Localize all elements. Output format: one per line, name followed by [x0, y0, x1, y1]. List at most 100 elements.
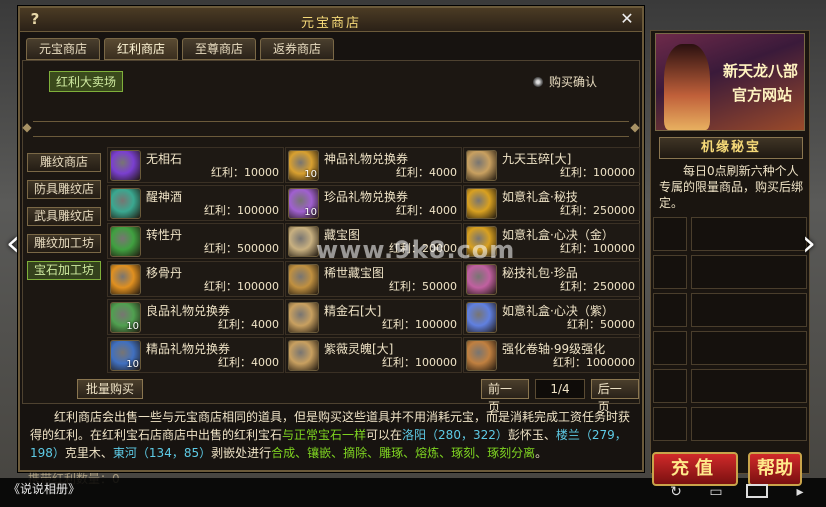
price-value: 4000	[251, 318, 279, 331]
desc-text: 克里木、	[64, 446, 113, 460]
slot-icon-box[interactable]	[653, 369, 687, 403]
minimize-icon[interactable]: ▭	[706, 484, 726, 500]
replay-icon[interactable]: ↻	[666, 484, 686, 500]
recharge-button[interactable]: 充值	[652, 452, 738, 486]
banner-line2: 官方网站	[731, 86, 792, 104]
item-quantity: 10	[304, 207, 317, 218]
shop-item[interactable]: 醒神酒 红利：100000	[107, 185, 284, 221]
slot-icon-box[interactable]	[653, 217, 687, 251]
radio-icon[interactable]	[533, 76, 543, 87]
tab-bonus-shop[interactable]: 红利商店	[104, 38, 179, 60]
wine-cup-icon[interactable]	[110, 188, 141, 219]
shop-item[interactable]: 稀世藏宝图 红利：50000	[285, 261, 462, 297]
price-value: 50000	[422, 280, 457, 293]
category-carving-shop[interactable]: 雕纹商店	[27, 153, 101, 172]
price-value: 1000000	[586, 356, 635, 369]
price-value: 4000	[251, 356, 279, 369]
shop-item[interactable]: 转性丹 红利：500000	[107, 223, 284, 259]
desc-location-donghe[interactable]: 東河（134，85）	[113, 446, 211, 460]
desc-location-luoyang[interactable]: 洛阳（280，322）	[402, 428, 508, 442]
item-price: 红利：250000	[560, 278, 635, 294]
secret-slot[interactable]	[653, 293, 807, 327]
price-label: 红利：	[396, 166, 429, 179]
slot-icon-box[interactable]	[653, 407, 687, 441]
item-price: 红利：250000	[560, 202, 635, 218]
slot-icon-box[interactable]	[653, 331, 687, 365]
fullscreen-icon[interactable]	[746, 484, 768, 498]
price-label: 红利：	[211, 166, 244, 179]
slot-info-box	[691, 407, 807, 441]
money-bag-icon[interactable]	[466, 150, 497, 181]
money-bag-icon[interactable]	[288, 302, 319, 333]
gift-voucher-icon[interactable]: 10	[288, 188, 319, 219]
item-price: 红利：100000	[560, 240, 635, 256]
treasure-map-icon[interactable]	[288, 226, 319, 257]
price-value: 250000	[593, 204, 635, 217]
treasure-map-icon[interactable]	[288, 264, 319, 295]
shop-item[interactable]: 如意礼盒·心决（紫） 红利：50000	[463, 299, 640, 335]
secret-slot[interactable]	[653, 407, 807, 441]
bonus-sale-button[interactable]: 红利大卖场	[49, 71, 124, 92]
secret-treasure-desc: 每日0点刷新六种个人专属的限量商品，购买后绑定。	[659, 164, 804, 210]
gift-voucher-icon[interactable]: 10	[110, 340, 141, 371]
slot-icon-box[interactable]	[653, 293, 687, 327]
gift-box-icon[interactable]	[466, 302, 497, 333]
gift-pack-icon[interactable]	[466, 264, 497, 295]
shop-item[interactable]: 无相石 红利：10000	[107, 147, 284, 183]
tab-yuanbao-shop[interactable]: 元宝商店	[26, 38, 101, 60]
shop-item[interactable]: 10 良品礼物兑换券 红利：4000	[107, 299, 284, 335]
shop-item[interactable]: 10 精品礼物兑换券 红利：4000	[107, 337, 284, 373]
prev-slide-icon[interactable]: ‹	[0, 226, 26, 266]
secret-slot[interactable]	[653, 331, 807, 365]
official-site-banner[interactable]: 新天龙八部 官方网站	[655, 33, 805, 131]
category-carving-workshop[interactable]: 雕纹加工坊	[27, 234, 101, 253]
bulk-buy-button[interactable]: 批量购买	[77, 379, 144, 399]
category-gem-workshop[interactable]: 宝石加工坊	[27, 261, 101, 280]
shop-item[interactable]: 秘技礼包·珍品 红利：250000	[463, 261, 640, 297]
shop-item[interactable]: 精金石[大] 红利：100000	[285, 299, 462, 335]
gift-voucher-icon[interactable]: 10	[288, 150, 319, 181]
left-ornament-icon: ◆	[22, 120, 32, 134]
prev-page-button[interactable]: 前一页	[481, 379, 530, 414]
gift-voucher-icon[interactable]: 10	[110, 302, 141, 333]
tab-body: 红利大卖场 购买确认 ◆ ◆ 雕纹商店 防具雕纹店 武具雕纹店 雕纹加工坊 宝石…	[22, 60, 640, 414]
money-bag-icon[interactable]	[288, 340, 319, 371]
next-page-button[interactable]: 后一页	[590, 379, 639, 414]
shop-item[interactable]: 强化卷轴·99级强化 红利：1000000	[463, 337, 640, 373]
next-slide-icon[interactable]: ›	[796, 226, 822, 266]
watermark: www.9k8.com	[316, 236, 516, 264]
slot-icon-box[interactable]	[653, 255, 687, 289]
secret-slot[interactable]	[653, 255, 807, 289]
secret-slots	[653, 217, 807, 441]
play-icon[interactable]: ▸	[790, 484, 810, 500]
category-armor-carving[interactable]: 防具雕纹店	[27, 180, 101, 199]
shop-item[interactable]: 九天玉碎[大] 红利：100000	[463, 147, 640, 183]
shop-item[interactable]: 10 神品礼物兑换券 红利：4000	[285, 147, 462, 183]
category-weapon-carving[interactable]: 武具雕纹店	[27, 207, 101, 226]
item-name: 精金石[大]	[324, 304, 382, 318]
price-label: 红利：	[382, 318, 415, 331]
shop-item[interactable]: 移骨丹 红利：100000	[107, 261, 284, 297]
shop-item[interactable]: 10 珍品礼物兑换券 红利：4000	[285, 185, 462, 221]
album-link[interactable]: 《说说相册》	[8, 480, 80, 497]
item-price: 红利：100000	[382, 316, 457, 332]
close-icon[interactable]: ✕	[618, 9, 636, 29]
price-label: 红利：	[396, 204, 429, 217]
shop-item[interactable]: 如意礼盒·秘技 红利：250000	[463, 185, 640, 221]
price-label: 红利：	[560, 280, 593, 293]
tab-supreme-shop[interactable]: 至尊商店	[182, 38, 257, 60]
shop-item[interactable]: 紫薇灵魄[大] 红利：100000	[285, 337, 462, 373]
buy-confirm-option[interactable]: 购买确认	[533, 73, 597, 90]
title-bar[interactable]: ? 元宝商店 ✕	[20, 8, 642, 32]
help-button[interactable]: 帮助	[748, 452, 802, 486]
gift-box-icon[interactable]	[466, 188, 497, 219]
secret-treasure-title: 机缘秘宝	[659, 137, 803, 159]
secret-slot[interactable]	[653, 369, 807, 403]
purple-gem-icon[interactable]	[110, 150, 141, 181]
tab-rebate-shop[interactable]: 返券商店	[260, 38, 335, 60]
pill-icon[interactable]	[110, 264, 141, 295]
secret-slot[interactable]	[653, 217, 807, 251]
scroll-icon[interactable]	[466, 340, 497, 371]
pill-icon[interactable]	[110, 226, 141, 257]
buy-confirm-label: 购买确认	[549, 75, 598, 89]
